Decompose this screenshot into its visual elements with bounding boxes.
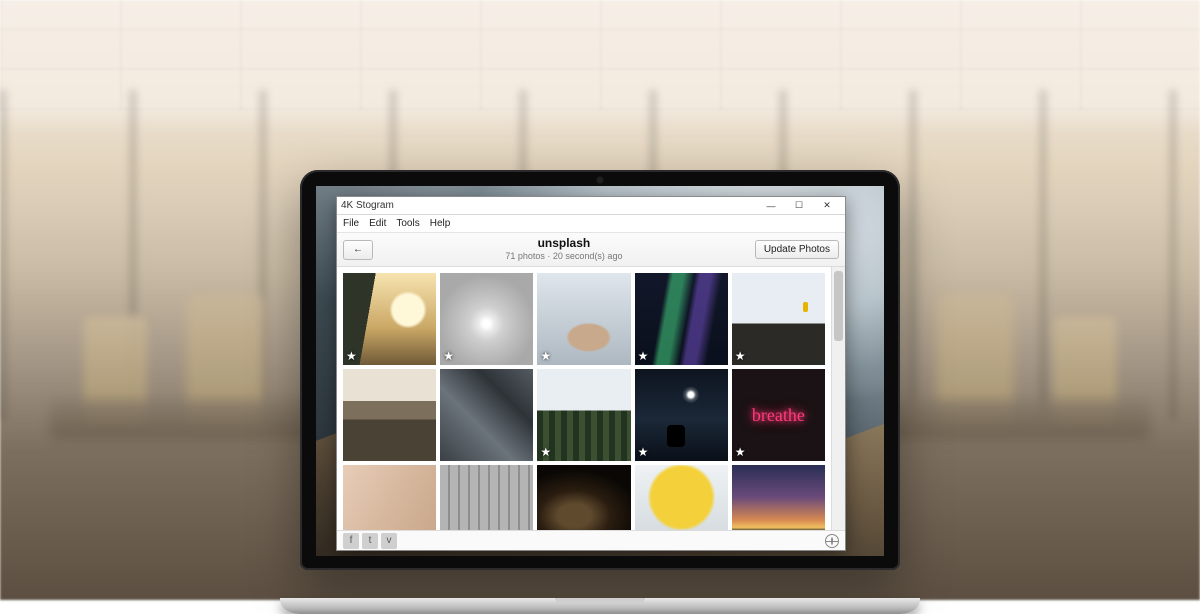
facebook-icon[interactable]: f <box>343 533 359 549</box>
laptop-base <box>280 598 920 614</box>
menu-help[interactable]: Help <box>430 218 451 229</box>
laptop-mockup: 4K Stogram — ☐ ✕ File Edit Tools Help ← <box>300 170 900 600</box>
photo-thumbnail[interactable] <box>537 465 630 530</box>
window-titlebar[interactable]: 4K Stogram — ☐ ✕ <box>337 197 845 215</box>
window-maximize-button[interactable]: ☐ <box>785 198 813 214</box>
star-icon: ★ <box>540 445 551 459</box>
toolbar: ← unsplash 71 photos · 20 second(s) ago … <box>337 233 845 267</box>
photo-thumbnail[interactable]: ★ <box>732 369 825 461</box>
photo-thumbnail[interactable]: ★ <box>635 369 728 461</box>
laptop-camera <box>596 176 604 184</box>
photo-thumbnail[interactable]: ★ <box>732 273 825 365</box>
menu-tools[interactable]: Tools <box>396 218 419 229</box>
photo-thumbnail[interactable]: ★ <box>343 273 436 365</box>
photo-thumbnail[interactable]: ★ <box>537 369 630 461</box>
photo-thumbnail[interactable] <box>440 465 533 530</box>
photo-grid[interactable]: ★ ★ ★ ★ ★ ★ ★ ★ <box>337 267 831 530</box>
statusbar: ftv <box>337 530 845 550</box>
photo-thumbnail[interactable] <box>343 465 436 530</box>
menu-file[interactable]: File <box>343 218 359 229</box>
star-icon: ★ <box>443 349 454 363</box>
vimeo-icon[interactable]: v <box>381 533 397 549</box>
star-icon: ★ <box>638 445 649 459</box>
photo-thumbnail[interactable] <box>635 465 728 530</box>
photo-thumbnail[interactable]: ★ <box>635 273 728 365</box>
star-icon: ★ <box>735 349 746 363</box>
account-subtitle: 71 photos · 20 second(s) ago <box>379 251 749 261</box>
window-minimize-button[interactable]: — <box>757 198 785 214</box>
menu-edit[interactable]: Edit <box>369 218 386 229</box>
scrollbar-thumb[interactable] <box>834 271 843 341</box>
window-close-button[interactable]: ✕ <box>813 198 841 214</box>
photo-thumbnail[interactable] <box>343 369 436 461</box>
star-icon: ★ <box>735 445 746 459</box>
vertical-scrollbar[interactable] <box>831 267 845 530</box>
photo-thumbnail[interactable]: ★ <box>537 273 630 365</box>
star-icon: ★ <box>638 349 649 363</box>
photo-grid-container: ★ ★ ★ ★ ★ ★ ★ ★ <box>337 267 845 530</box>
star-icon: ★ <box>540 349 551 363</box>
back-button[interactable]: ← <box>343 240 373 260</box>
photo-thumbnail[interactable]: ★ <box>440 273 533 365</box>
twitter-icon[interactable]: t <box>362 533 378 549</box>
app-window: 4K Stogram — ☐ ✕ File Edit Tools Help ← <box>336 196 846 551</box>
photo-thumbnail[interactable] <box>440 369 533 461</box>
laptop-screen-bezel: 4K Stogram — ☐ ✕ File Edit Tools Help ← <box>300 170 900 570</box>
arrow-left-icon: ← <box>353 244 363 255</box>
globe-icon[interactable] <box>825 534 839 548</box>
update-photos-button[interactable]: Update Photos <box>755 240 839 259</box>
menubar: File Edit Tools Help <box>337 215 845 233</box>
window-title: 4K Stogram <box>341 200 394 211</box>
laptop-screen: 4K Stogram — ☐ ✕ File Edit Tools Help ← <box>316 186 884 556</box>
photo-thumbnail[interactable] <box>732 465 825 530</box>
star-icon: ★ <box>346 349 357 363</box>
account-title: unsplash <box>379 237 749 251</box>
